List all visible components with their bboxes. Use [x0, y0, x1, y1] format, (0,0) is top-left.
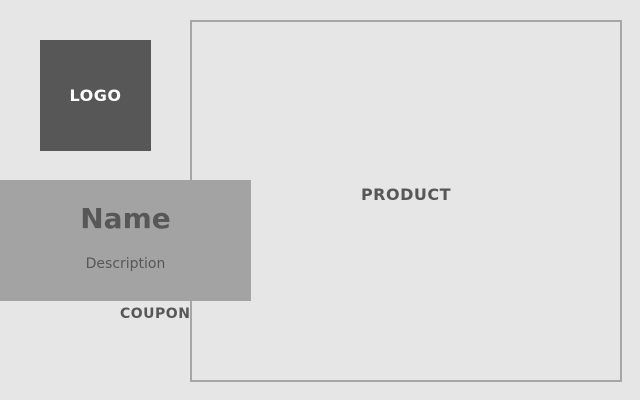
- logo-placeholder: LOGO: [40, 40, 151, 151]
- product-placeholder[interactable]: PRODUCT: [190, 20, 622, 382]
- logo-label: LOGO: [69, 86, 122, 105]
- product-name: Name: [80, 202, 171, 235]
- product-label: PRODUCT: [360, 185, 452, 204]
- info-panel: Name Description: [0, 180, 251, 301]
- product-description: Description: [85, 256, 166, 272]
- coupon-link[interactable]: COUPON: [120, 306, 190, 322]
